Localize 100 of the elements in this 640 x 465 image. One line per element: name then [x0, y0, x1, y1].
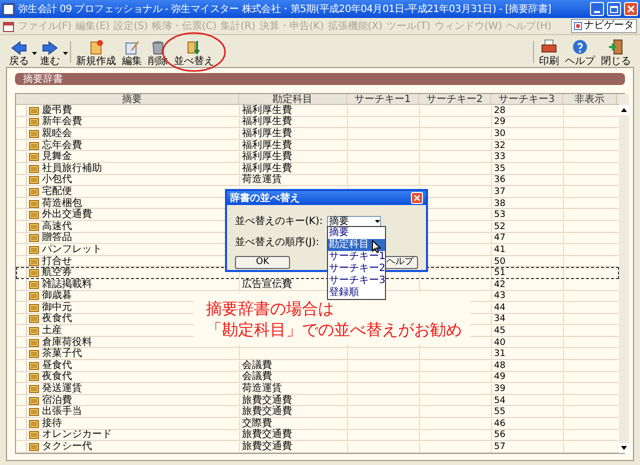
dialog-close-button[interactable] [411, 192, 423, 204]
document-plus-icon [88, 39, 104, 55]
navigator-icon [574, 21, 582, 31]
table-cell: 56 [494, 430, 506, 440]
table-cell: 打合せ [42, 256, 72, 267]
calendar-icon [3, 20, 14, 32]
table-cell: 福利厚生費 [242, 106, 292, 116]
table-cell: 35 [494, 164, 506, 174]
table-cell: 29 [494, 117, 506, 128]
table-row[interactable]: 慶弔費 福利厚生費 28 [16, 105, 619, 117]
close-button[interactable] [624, 2, 638, 16]
table-cell: 茶菓子代 [42, 349, 82, 360]
sort-key-combobox[interactable]: 摘要 [327, 216, 381, 227]
table-cell: 接待 [42, 418, 62, 429]
table-row[interactable]: 忘年会費 福利厚生費 32 [16, 140, 619, 152]
dropdown-option[interactable]: 勘定科目 [328, 239, 385, 251]
dropdown-caret-icon[interactable] [63, 52, 68, 55]
book-icon [29, 269, 39, 278]
table-cell: 倉庫荷役料 [42, 338, 92, 348]
table-row[interactable]: 昼食代 会議費 48 [16, 360, 619, 372]
dropdown-option[interactable]: 摘要 [328, 227, 385, 239]
scroll-down-icon[interactable] [619, 442, 629, 453]
book-icon [29, 396, 39, 405]
table-row[interactable]: 夜食代 会議費 49 [16, 372, 619, 384]
column-header[interactable]: 勘定科目 [239, 94, 347, 104]
table-cell: 39 [494, 384, 506, 394]
table-cell: 30 [494, 128, 506, 139]
column-header[interactable]: サーチキー2 [419, 94, 491, 104]
table-cell: 交際費 [242, 418, 272, 429]
table-cell: 昼食代 [42, 360, 72, 371]
column-header[interactable]: サーチキー1 [347, 94, 419, 104]
book-icon [29, 106, 39, 115]
pencil-document-icon [124, 39, 140, 55]
trash-can-icon [150, 39, 166, 55]
toolbar-button[interactable]: 戻る [6, 39, 32, 67]
table-cell: 会議費 [242, 360, 272, 371]
dialog-title: 辞書の並べ替え [230, 191, 300, 206]
table-row[interactable]: 茶菓子代 31 [16, 348, 619, 360]
table-cell: 55 [494, 407, 506, 418]
book-icon [29, 258, 39, 266]
book-icon [29, 443, 39, 452]
table-cell: 47 [494, 233, 506, 244]
table-cell: 旅費交通費 [242, 396, 292, 406]
toolbar-button[interactable]: 編集 [119, 37, 145, 67]
table-cell: 外出交通費 [42, 210, 92, 220]
table-row[interactable]: タクシー代 旅費交通費 57 [16, 441, 619, 453]
table-row[interactable]: 新年会費 福利厚生費 29 [16, 116, 619, 128]
ok-button[interactable]: OK [235, 256, 290, 269]
table-cell: タクシー代 [42, 442, 92, 452]
table-cell: 福利厚生費 [242, 164, 292, 174]
panel-header: 摘要辞書 [15, 73, 625, 85]
book-icon [29, 362, 39, 370]
table-cell: 航空券 [42, 268, 72, 278]
book-icon [29, 200, 39, 208]
table-cell: 旅費交通費 [242, 430, 292, 440]
table-row[interactable]: 社員旅行補助 福利厚生費 35 [16, 162, 619, 175]
toolbar-button[interactable]: 印刷 [536, 37, 562, 67]
sort-order-label: 並べ替えの順序(J): [235, 236, 320, 250]
book-icon [29, 350, 39, 358]
toolbar-button[interactable]: ヘルプ [562, 37, 598, 67]
column-header[interactable]: 非表示 [563, 94, 617, 104]
table-row[interactable]: 出張手当 旅費交通費 55 [16, 406, 619, 418]
scrollbar[interactable] [619, 94, 629, 453]
table-cell: 慶弔費 [42, 106, 72, 116]
close-icon [414, 195, 420, 201]
table-row[interactable]: 親睦会 福利厚生費 30 [16, 128, 619, 140]
column-header[interactable]: 摘要 [26, 94, 239, 104]
table-cell: 31 [494, 349, 506, 360]
toolbar-button[interactable]: 閉じる [598, 37, 634, 67]
window-title: 弥生会計 09 プロフェッショナル - 弥生マイスター 株式会社・第5期(平成20年04月01日-平成21年03月31日) - [摘要辞書] [18, 2, 552, 16]
table-cell: 会議費 [242, 372, 272, 382]
table-row[interactable]: 宿泊費 旅費交通費 54 [16, 394, 619, 406]
navigator-button[interactable]: ナビゲータ [571, 19, 637, 33]
table-cell: 48 [494, 360, 506, 371]
table-row[interactable]: 小包代 荷造運賃 36 [16, 174, 619, 186]
table-cell: 福利厚生費 [242, 140, 292, 151]
minimize-button[interactable] [590, 2, 604, 16]
maximize-button[interactable] [607, 2, 621, 16]
table-cell: 46 [494, 418, 506, 429]
scroll-up-icon[interactable] [619, 105, 629, 115]
table-cell: 新年会費 [42, 117, 82, 128]
book-icon [29, 188, 39, 196]
book-icon [29, 292, 39, 300]
table-row[interactable]: 発送運賃 荷造運賃 39 [16, 383, 619, 395]
table-cell: 50 [494, 256, 506, 267]
table-row[interactable]: 見舞金 福利厚生費 33 [16, 151, 619, 163]
table-row[interactable]: オレンジカード 旅費交通費 56 [16, 430, 619, 442]
column-header[interactable]: サーチキー3 [491, 94, 563, 104]
toolbar-button[interactable]: 新規作成 [73, 37, 119, 67]
table-cell: 土産 [42, 326, 62, 336]
dropdown-caret-icon[interactable] [32, 52, 37, 55]
dropdown-option[interactable]: サーチキー1 [328, 251, 385, 263]
table-cell: 荷造運賃 [242, 384, 282, 394]
help-icon [572, 39, 588, 55]
toolbar-button[interactable]: 進む [37, 39, 63, 67]
book-icon [29, 130, 39, 138]
table-cell: 御中元 [42, 302, 72, 313]
table-cell: 38 [494, 198, 506, 209]
table-row[interactable]: 接待 交際費 46 [16, 418, 619, 430]
book-icon [29, 304, 39, 312]
